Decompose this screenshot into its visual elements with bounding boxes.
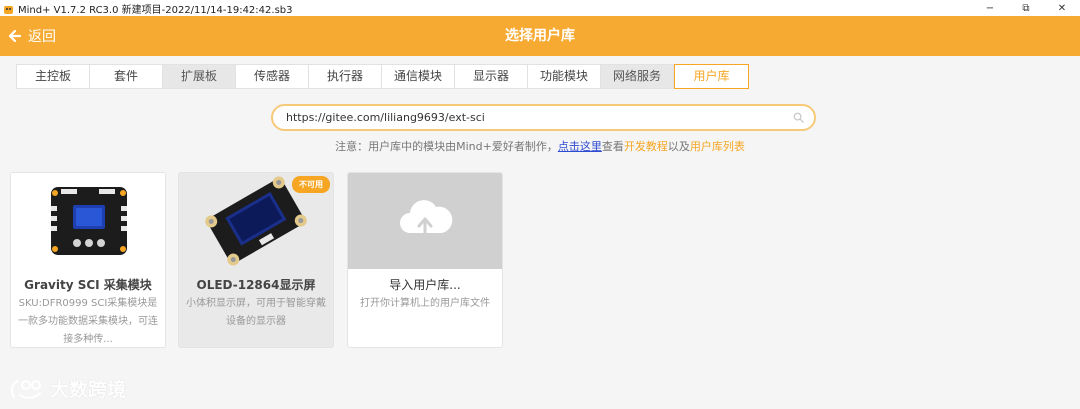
watermark: 大数跨境 <box>8 375 126 402</box>
cloud-upload-icon <box>400 200 453 237</box>
notice-text: 注意：用户库中的模块由Mind+爱好者制作， <box>335 140 558 153</box>
tab-display[interactable]: 显示器 <box>455 65 528 88</box>
page-title: 选择用户库 <box>505 28 575 44</box>
tab-sensor[interactable]: 传感器 <box>236 65 309 88</box>
tab-actuator[interactable]: 执行器 <box>309 65 382 88</box>
import-library-card[interactable]: 导入用户库... 打开你计算机上的用户库文件 <box>347 172 503 348</box>
tab-network-service[interactable]: 网络服务 <box>601 65 674 88</box>
page-header: 返回 选择用户库 <box>0 16 1080 56</box>
module-description: SKU:DFR0999 SCI采集模块是一款多功能数据采集模块，可连接多种传..… <box>18 298 158 345</box>
search-input[interactable] <box>286 111 776 124</box>
tab-communication[interactable]: 通信模块 <box>382 65 455 88</box>
module-image <box>11 173 165 269</box>
gravity-sci-board-image <box>51 187 127 255</box>
library-card-oled[interactable]: 不可用 OLED-12864显示屏 小体积显示屏，可用于智能穿戴设备的显示器 <box>178 172 334 348</box>
mindplus-app-icon <box>3 3 14 14</box>
library-url-search <box>271 104 816 131</box>
import-library-label: 导入用户库... <box>389 278 461 292</box>
module-name: OLED-12864显示屏 <box>196 278 316 292</box>
click-here-link[interactable]: 点击这里 <box>558 140 602 153</box>
window-title: Mind+ V1.7.2 RC3.0 新建项目-2022/11/14-19:42… <box>18 4 293 16</box>
import-image-area <box>348 173 502 269</box>
module-description: 小体积显示屏，可用于智能穿戴设备的显示器 <box>186 298 326 327</box>
close-window-button[interactable]: ✕ <box>1044 0 1080 16</box>
tab-user-library[interactable]: 用户库 <box>674 64 749 89</box>
watermark-logo-icon <box>10 379 41 399</box>
search-icon[interactable] <box>793 112 804 123</box>
import-library-description: 打开你计算机上的用户库文件 <box>360 298 490 309</box>
window-titlebar: Mind+ V1.7.2 RC3.0 新建项目-2022/11/14-19:42… <box>0 0 1080 16</box>
tab-expansion-board[interactable]: 扩展板 <box>163 65 236 88</box>
user-library-notice: 注意：用户库中的模块由Mind+爱好者制作，点击这里查看开发教程以及用户库列表 <box>0 138 1080 154</box>
category-tabs: 主控板 套件 扩展板 传感器 执行器 通信模块 显示器 功能模块 网络服务 用户… <box>16 64 749 89</box>
unavailable-badge: 不可用 <box>292 176 330 193</box>
watermark-text: 大数跨境 <box>50 379 127 401</box>
maximize-button[interactable]: ⧉ <box>1008 0 1044 16</box>
notice-view-text: 查看 <box>601 140 624 153</box>
library-card-gravity-sci[interactable]: Gravity SCI 采集模块 SKU:DFR0999 SCI采集模块是一款多… <box>10 172 166 348</box>
minimize-button[interactable]: − <box>972 0 1008 16</box>
notice-and-text: 以及 <box>667 140 690 153</box>
tab-function-module[interactable]: 功能模块 <box>528 65 601 88</box>
user-library-list-link[interactable]: 用户库列表 <box>690 140 745 153</box>
tab-mainboard[interactable]: 主控板 <box>17 65 90 88</box>
module-image: 不可用 <box>179 173 333 269</box>
dev-tutorial-link[interactable]: 开发教程 <box>624 140 668 153</box>
tab-kit[interactable]: 套件 <box>90 65 163 88</box>
module-name: Gravity SCI 采集模块 <box>24 278 152 292</box>
